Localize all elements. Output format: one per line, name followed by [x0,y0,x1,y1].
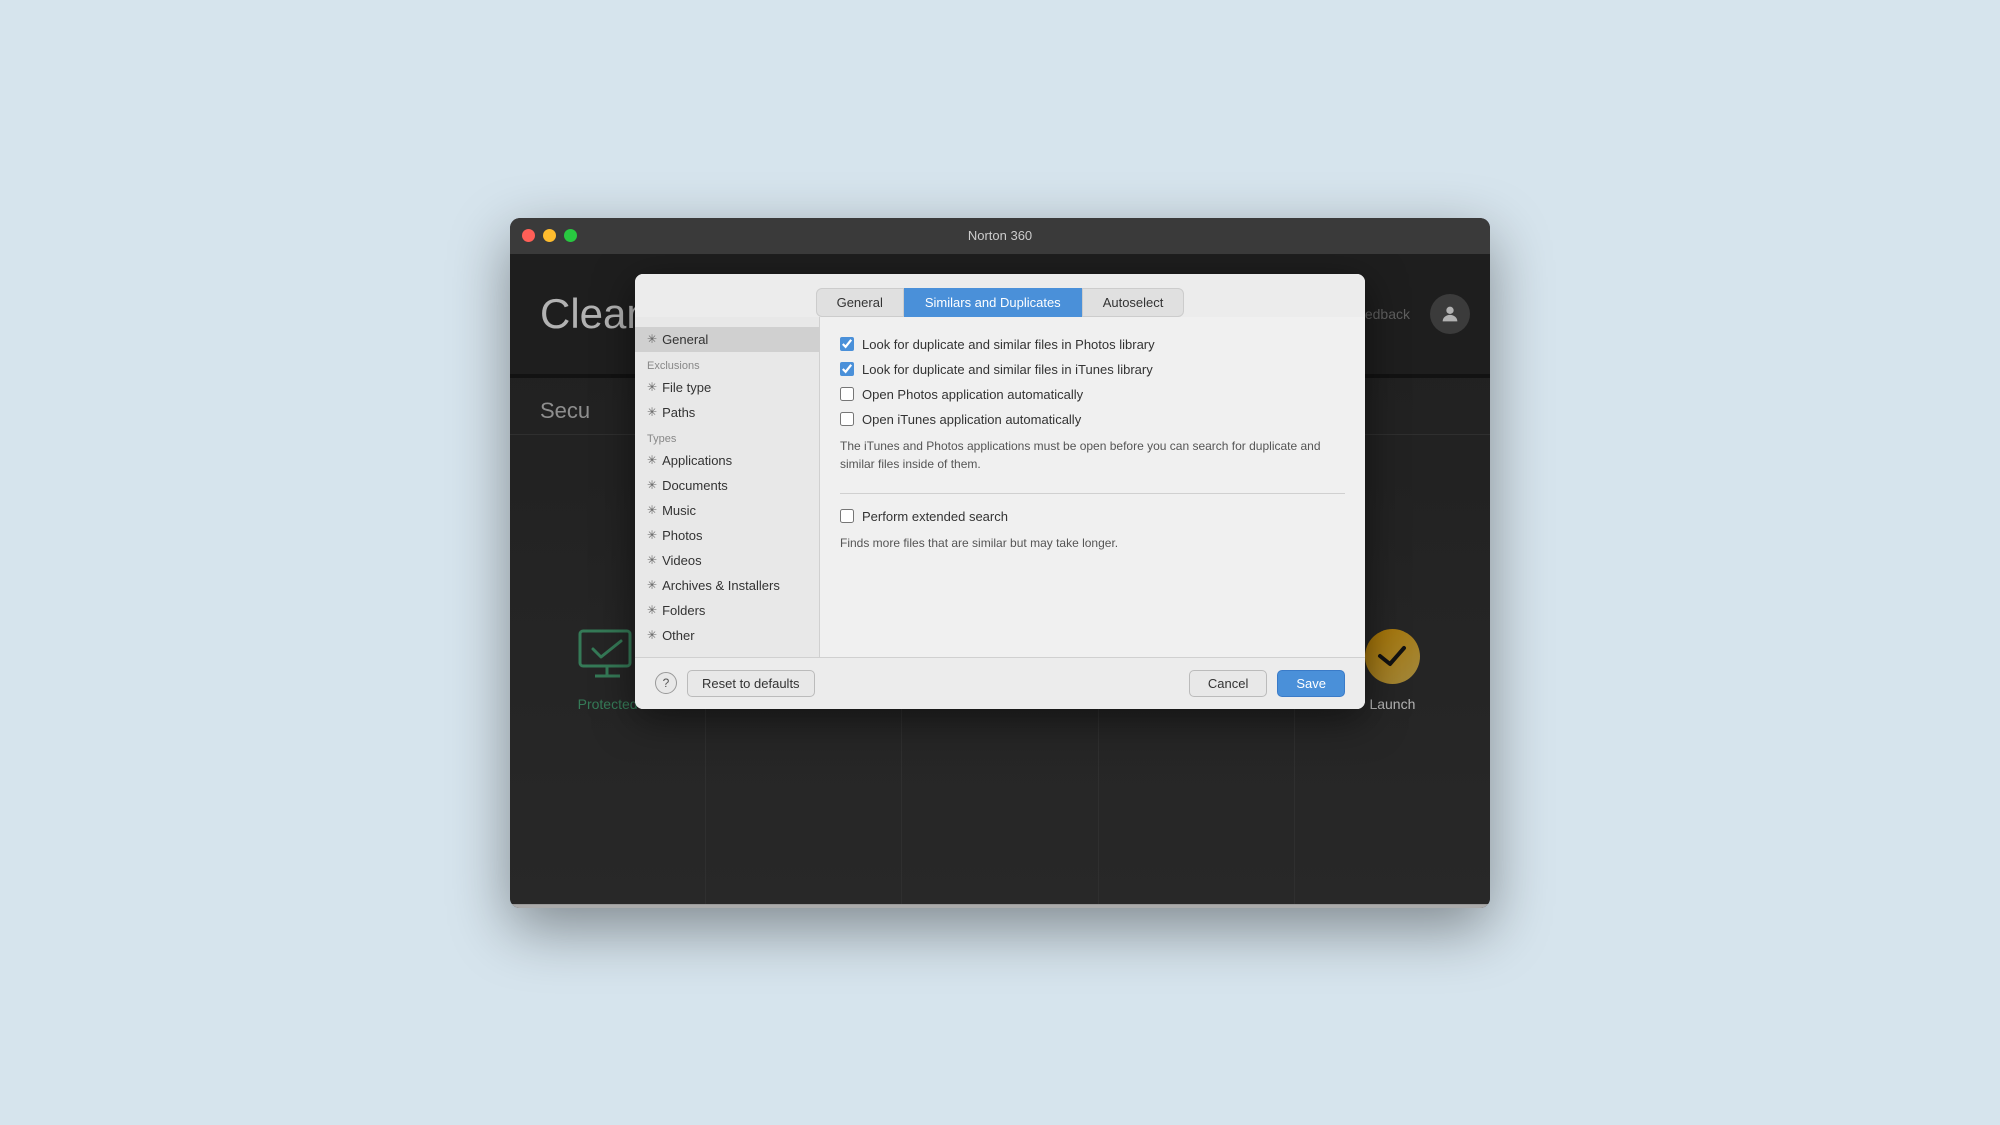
app-window: Norton 360 Clean Feedback Secu [510,218,1490,908]
modal-footer-left: ? Reset to defaults [655,670,815,697]
check-open-itunes[interactable] [840,412,854,426]
help-button[interactable]: ? [655,672,677,694]
sidebar-item-archives[interactable]: ✳ Archives & Installers [635,573,819,598]
check-open-photos[interactable] [840,387,854,401]
window-title: Norton 360 [968,228,1032,243]
tab-general[interactable]: General [816,288,904,317]
save-button[interactable]: Save [1277,670,1345,697]
check-photos-library[interactable] [840,337,854,351]
extended-search-info: Finds more files that are similar but ma… [840,534,1345,552]
tab-similars-duplicates[interactable]: Similars and Duplicates [904,288,1082,317]
title-bar: Norton 360 [510,218,1490,254]
sidebar-item-other[interactable]: ✳ Other [635,623,819,648]
sidebar-item-applications[interactable]: ✳ Applications [635,448,819,473]
check-open-photos-label: Open Photos application automatically [862,387,1083,402]
gear-icon-general: ✳ [647,332,657,346]
gear-icon-archives: ✳ [647,578,657,592]
sidebar-item-photos[interactable]: ✳ Photos [635,523,819,548]
gear-icon-paths: ✳ [647,405,657,419]
gear-icon-documents: ✳ [647,478,657,492]
minimize-button[interactable] [543,229,556,242]
sidebar-item-paths[interactable]: ✳ Paths [635,400,819,425]
modal-sidebar: ✳ General Exclusions ✳ File type ✳ Paths [635,317,820,657]
sidebar-item-videos[interactable]: ✳ Videos [635,548,819,573]
sidebar-item-music[interactable]: ✳ Music [635,498,819,523]
sidebar-item-general[interactable]: ✳ General [635,327,819,352]
gear-icon-photos: ✳ [647,528,657,542]
modal-content: Look for duplicate and similar files in … [820,317,1365,657]
maximize-button[interactable] [564,229,577,242]
cancel-button[interactable]: Cancel [1189,670,1267,697]
check-extended-search-label: Perform extended search [862,509,1008,524]
check-extended-search[interactable] [840,509,854,523]
traffic-lights [522,229,577,242]
sidebar-item-documents[interactable]: ✳ Documents [635,473,819,498]
sidebar-section-types: Types [635,425,819,448]
gear-icon-filetype: ✳ [647,380,657,394]
checkbox-extended-search: Perform extended search [840,509,1345,524]
check-itunes-library[interactable] [840,362,854,376]
checkbox-itunes-library: Look for duplicate and similar files in … [840,362,1345,377]
modal-tabs: General Similars and Duplicates Autosele… [635,274,1365,317]
modal-body: ✳ General Exclusions ✳ File type ✳ Paths [635,317,1365,657]
preferences-modal: General Similars and Duplicates Autosele… [635,274,1365,709]
gear-icon-videos: ✳ [647,553,657,567]
checkbox-open-itunes: Open iTunes application automatically [840,412,1345,427]
check-itunes-library-label: Look for duplicate and similar files in … [862,362,1153,377]
gear-icon-applications: ✳ [647,453,657,467]
sidebar-section-exclusions: Exclusions [635,352,819,375]
check-photos-library-label: Look for duplicate and similar files in … [862,337,1155,352]
modal-overlay: General Similars and Duplicates Autosele… [510,254,1490,908]
tab-autoselect[interactable]: Autoselect [1082,288,1185,317]
gear-icon-folders: ✳ [647,603,657,617]
modal-footer-right: Cancel Save [1189,670,1345,697]
reset-button[interactable]: Reset to defaults [687,670,815,697]
gear-icon-music: ✳ [647,503,657,517]
checkbox-open-photos: Open Photos application automatically [840,387,1345,402]
sidebar-item-filetype[interactable]: ✳ File type [635,375,819,400]
checkbox-photos-library: Look for duplicate and similar files in … [840,337,1345,352]
library-info-text: The iTunes and Photos applications must … [840,437,1345,473]
modal-footer: ? Reset to defaults Cancel Save [635,657,1365,709]
check-open-itunes-label: Open iTunes application automatically [862,412,1081,427]
app-body: Clean Feedback Secu [510,254,1490,908]
gear-icon-other: ✳ [647,628,657,642]
close-button[interactable] [522,229,535,242]
content-separator [840,493,1345,494]
sidebar-item-folders[interactable]: ✳ Folders [635,598,819,623]
